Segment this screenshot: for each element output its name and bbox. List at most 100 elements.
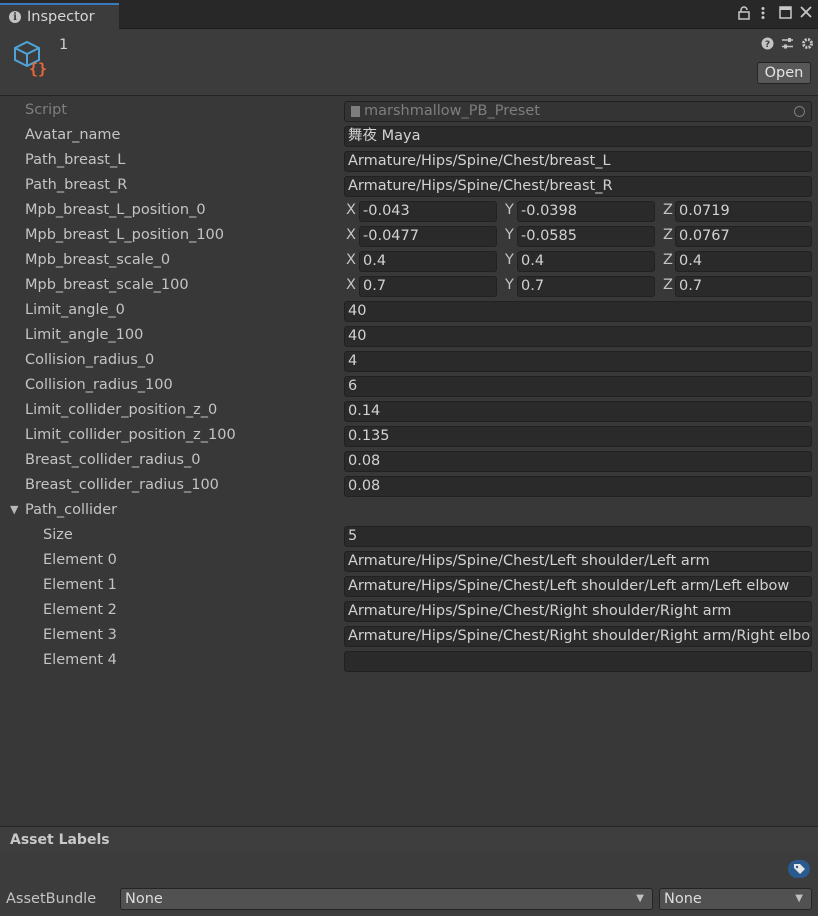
tab-inspector[interactable]: i Inspector: [0, 3, 119, 29]
path-breast-r-field[interactable]: Armature/Hips/Spine/Chest/breast_R: [344, 176, 812, 197]
number-row: Breast_collider_radius_100 0.08: [0, 474, 818, 499]
y-label: Y: [505, 202, 514, 218]
more-icon[interactable]: [760, 6, 766, 24]
element-label: Element 0: [43, 552, 117, 568]
close-icon[interactable]: [800, 6, 812, 22]
number-field[interactable]: 0.135: [344, 426, 812, 447]
script-value: marshmallow_PB_Preset: [364, 103, 540, 119]
settings-gear-icon[interactable]: [801, 37, 814, 54]
script-object-field[interactable]: marshmallow_PB_Preset: [344, 101, 812, 122]
number-label: Collision_radius_100: [25, 377, 173, 393]
element-label: Element 1: [43, 577, 117, 593]
field-label: Path_breast_R: [25, 177, 128, 193]
z-field[interactable]: 0.0767: [675, 226, 812, 247]
z-label: Z: [663, 277, 673, 293]
array-element-row: Element 4: [0, 649, 818, 674]
number-row: Limit_angle_0 40: [0, 299, 818, 324]
array-element-row: Element 2 Armature/Hips/Spine/Chest/Righ…: [0, 599, 818, 624]
array-element-row: Element 1 Armature/Hips/Spine/Chest/Left…: [0, 574, 818, 599]
x-label: X: [346, 227, 356, 243]
y-field[interactable]: 0.4: [517, 251, 655, 272]
element-field[interactable]: Armature/Hips/Spine/Chest/Left shoulder/…: [344, 576, 812, 597]
number-field[interactable]: 4: [344, 351, 812, 372]
element-field[interactable]: Armature/Hips/Spine/Chest/Right shoulder…: [344, 601, 812, 622]
z-field[interactable]: 0.0719: [675, 201, 812, 222]
maximize-icon[interactable]: [779, 6, 792, 23]
z-field[interactable]: 0.7: [675, 276, 812, 297]
field-label: Path_breast_L: [25, 152, 126, 168]
open-button[interactable]: Open: [757, 62, 811, 84]
vector-row: Mpb_breast_L_position_100 X -0.0477 Y -0…: [0, 224, 818, 249]
vector-row: Mpb_breast_scale_100 X 0.7 Y 0.7 Z 0.7: [0, 274, 818, 299]
y-label: Y: [505, 252, 514, 268]
field-row: Path_breast_L Armature/Hips/Spine/Chest/…: [0, 149, 818, 174]
number-field[interactable]: 40: [344, 326, 812, 347]
number-row: Collision_radius_100 6: [0, 374, 818, 399]
y-field[interactable]: -0.0585: [517, 226, 655, 247]
number-field[interactable]: 6: [344, 376, 812, 397]
array-element-row: Element 0 Armature/Hips/Spine/Chest/Left…: [0, 549, 818, 574]
asset-footer: AssetBundle None ▼ None ▼: [0, 853, 818, 916]
tab-bar: i Inspector: [0, 0, 818, 29]
array-size-row: Size 5: [0, 524, 818, 549]
number-field[interactable]: 40: [344, 301, 812, 322]
assetbundle-dropdown[interactable]: None ▼: [120, 888, 653, 910]
number-label: Limit_angle_100: [25, 327, 144, 343]
z-label: Z: [663, 202, 673, 218]
path-collider-label: Path_collider: [25, 502, 118, 518]
x-label: X: [346, 252, 356, 268]
number-label: Breast_collider_radius_0: [25, 452, 201, 468]
inspector-header: {} 1 ? Open: [0, 29, 818, 96]
avatar-name-field[interactable]: 舞夜 Maya: [344, 126, 812, 147]
element-label: Element 4: [43, 652, 117, 668]
scriptable-object-icon: {}: [11, 38, 51, 78]
object-title: 1: [59, 37, 69, 53]
path-collider-foldout[interactable]: ▼ Path_collider: [0, 499, 818, 524]
x-field[interactable]: -0.0477: [359, 226, 497, 247]
x-field[interactable]: -0.043: [359, 201, 497, 222]
number-label: Limit_collider_position_z_0: [25, 402, 218, 418]
y-field[interactable]: -0.0398: [517, 201, 655, 222]
preset-sliders-icon[interactable]: [781, 37, 794, 54]
field-label: Avatar_name: [25, 127, 121, 143]
x-field[interactable]: 0.7: [359, 276, 497, 297]
array-size-field[interactable]: 5: [344, 526, 812, 547]
size-label: Size: [43, 527, 73, 543]
number-field[interactable]: 0.08: [344, 451, 812, 472]
x-label: X: [346, 202, 356, 218]
svg-text:?: ?: [765, 40, 770, 50]
object-picker-icon[interactable]: [794, 106, 805, 117]
chevron-down-icon: ▼: [636, 893, 644, 904]
y-field[interactable]: 0.7: [517, 276, 655, 297]
array-element-row: Element 3 Armature/Hips/Spine/Chest/Righ…: [0, 624, 818, 649]
path-breast-l-field[interactable]: Armature/Hips/Spine/Chest/breast_L: [344, 151, 812, 172]
element-label: Element 2: [43, 602, 117, 618]
info-icon: i: [9, 11, 21, 23]
tab-title: Inspector: [27, 9, 95, 25]
number-row: Breast_collider_radius_0 0.08: [0, 449, 818, 474]
element-field[interactable]: Armature/Hips/Spine/Chest/Left shoulder/…: [344, 551, 812, 572]
help-icon[interactable]: ?: [761, 37, 774, 54]
vector-label: Mpb_breast_scale_0: [25, 252, 171, 268]
y-label: Y: [505, 227, 514, 243]
vector-label: Mpb_breast_L_position_100: [25, 227, 224, 243]
element-field[interactable]: [344, 651, 812, 672]
element-field[interactable]: Armature/Hips/Spine/Chest/Right shoulder…: [344, 626, 812, 647]
number-field[interactable]: 0.08: [344, 476, 812, 497]
vector-row: Mpb_breast_L_position_0 X -0.043 Y -0.03…: [0, 199, 818, 224]
x-field[interactable]: 0.4: [359, 251, 497, 272]
vector-label: Mpb_breast_L_position_0: [25, 202, 206, 218]
z-field[interactable]: 0.4: [675, 251, 812, 272]
label-tag-icon[interactable]: [788, 860, 810, 878]
asset-labels-header: Asset Labels: [0, 826, 818, 854]
assetbundle-label: AssetBundle: [6, 891, 97, 907]
number-field[interactable]: 0.14: [344, 401, 812, 422]
vector-row: Mpb_breast_scale_0 X 0.4 Y 0.4 Z 0.4: [0, 249, 818, 274]
script-file-icon: [351, 105, 360, 117]
foldout-arrow-icon[interactable]: ▼: [10, 503, 18, 516]
vector-label: Mpb_breast_scale_100: [25, 277, 189, 293]
assetbundle-value: None: [125, 891, 163, 907]
number-row: Limit_collider_position_z_0 0.14: [0, 399, 818, 424]
assetbundle-variant-dropdown[interactable]: None ▼: [659, 888, 812, 910]
lock-icon[interactable]: [738, 6, 750, 24]
